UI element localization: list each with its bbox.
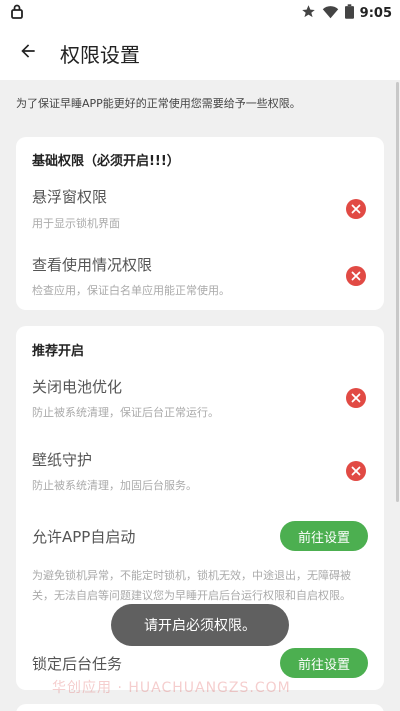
battery-icon (344, 3, 354, 23)
intro-text: 为了保证早睡APP能更好的正常使用您需要给予一些权限。 (16, 97, 301, 110)
status-time: 9:05 (359, 5, 392, 21)
arrow-back-icon (18, 41, 38, 65)
item-title: 允许APP自启动 (32, 528, 136, 546)
card-title-basic: 基础权限（必须开启!!!） (32, 154, 180, 169)
item-title: 关闭电池优化 (32, 378, 123, 396)
close-circle-icon (346, 461, 366, 481)
item-desc: 防止被系统清理，加固后台服务。 (32, 479, 197, 492)
scrollbar[interactable] (396, 82, 399, 502)
item-title: 悬浮窗权限 (32, 188, 108, 206)
page-title: 权限设置 (60, 42, 140, 67)
watermark: 华创应用 · HUACHUANGZS.COM (52, 680, 291, 696)
back-button[interactable] (0, 26, 56, 80)
item-desc: 防止被系统清理，保证后台正常运行。 (32, 406, 219, 419)
lock-icon (10, 3, 24, 23)
basic-permissions-card: 基础权限（必须开启!!!） 悬浮窗权限 用于显示锁机界面 查看使用情况权限 检查… (16, 137, 384, 310)
close-circle-icon (346, 388, 366, 408)
item-desc: 检查应用，保证白名单应用能正常使用。 (32, 284, 230, 297)
toast-message: 请开启必须权限。 (111, 604, 289, 646)
go-settings-button[interactable]: 前往设置 (280, 648, 368, 678)
item-desc: 用于显示锁机界面 (32, 217, 120, 230)
item-desc: 为避免锁机异常，不能定时锁机，锁机无效，中途退出，无障碍被关，无法自启等问题建议… (32, 569, 351, 602)
status-bar: 9:05 (0, 0, 400, 26)
item-title: 锁定后台任务 (32, 655, 123, 673)
wifi-icon (322, 4, 339, 23)
close-circle-icon (346, 199, 366, 219)
go-settings-button[interactable]: 前往设置 (280, 521, 368, 551)
app-bar: 权限设置 (0, 26, 400, 80)
status-indicators: 9:05 (301, 3, 392, 23)
next-card (16, 704, 384, 711)
close-circle-icon (346, 266, 366, 286)
card-title-recommended: 推荐开启 (32, 344, 85, 359)
star-icon (301, 4, 316, 23)
item-title: 查看使用情况权限 (32, 256, 153, 274)
item-title: 壁纸守护 (32, 451, 93, 469)
